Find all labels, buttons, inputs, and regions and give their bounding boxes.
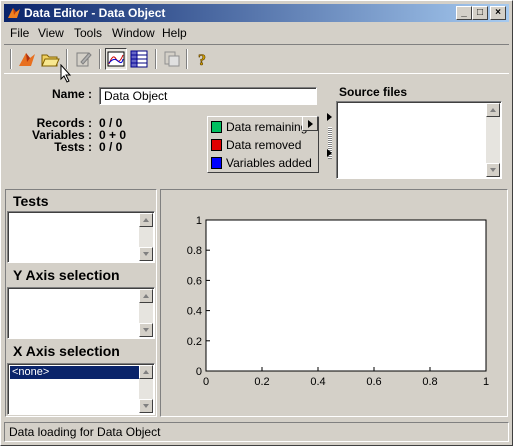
toolbar-separator (99, 49, 101, 69)
data-editor-window: Data Editor - Data Object _ □ × File Vie… (0, 0, 513, 446)
x-tick-label: 0.8 (422, 376, 437, 388)
matlab-logo-icon[interactable] (16, 48, 38, 70)
x-axis-item-none[interactable]: <none> (10, 366, 139, 379)
scroll-down-button[interactable] (139, 399, 153, 413)
x-tick-label: 0.6 (366, 376, 381, 388)
x-axis-panel-title: X Axis selection (13, 343, 120, 359)
up-arrow-icon (143, 294, 149, 298)
tests-panel-title: Tests (13, 193, 49, 209)
source-files-list[interactable] (336, 101, 502, 179)
legend-swatch-red (211, 139, 222, 151)
scroll-up-button[interactable] (139, 365, 153, 379)
svg-text:?: ? (198, 52, 206, 69)
menu-tools[interactable]: Tools (74, 26, 102, 40)
menu-bar: File View Tools Window Help (4, 24, 509, 42)
legend-expand-button[interactable] (302, 116, 318, 131)
menu-window[interactable]: Window (112, 26, 155, 40)
table-view-icon[interactable] (128, 48, 150, 70)
arrow-right-icon (327, 113, 332, 121)
status-bar: Data loading for Data Object (4, 422, 509, 442)
y-tick-label: 0.8 (187, 245, 202, 257)
arrow-right-icon (327, 149, 332, 157)
plot-panel: 0 0.2 0.4 0.6 0.8 1 0 0.2 0.4 0.6 0.8 1 (160, 189, 508, 417)
x-axis-list[interactable]: <none> (7, 363, 155, 415)
y-axis-list[interactable] (7, 287, 155, 339)
matlab-app-icon (8, 8, 20, 18)
down-arrow-icon (143, 252, 149, 256)
window-title: Data Editor - Data Object (24, 6, 166, 20)
legend-item-removed: Data removed (211, 137, 301, 153)
menu-view[interactable]: View (38, 26, 64, 40)
legend-item-remaining: Data remaining (211, 119, 307, 135)
scroll-up-button[interactable] (139, 213, 153, 227)
scroll-down-button[interactable] (139, 247, 153, 261)
y-tick-label: 0.6 (187, 275, 202, 287)
source-files-scrollbar[interactable] (486, 103, 500, 177)
status-text: Data loading for Data Object (9, 425, 161, 439)
legend-item-added: Variables added (211, 155, 312, 171)
scroll-up-button[interactable] (139, 289, 153, 303)
mouse-cursor-icon (60, 64, 72, 83)
x-tick-label: 0 (203, 376, 209, 388)
y-tick-label: 0 (196, 366, 202, 378)
up-arrow-icon (143, 370, 149, 374)
menu-file[interactable]: File (10, 26, 29, 40)
toolbar-separator (155, 49, 157, 69)
legend-swatch-blue (211, 157, 222, 169)
minimize-button[interactable]: _ (456, 6, 472, 20)
vertical-splitter[interactable] (326, 87, 334, 179)
x-axis-scrollbar[interactable] (139, 365, 153, 413)
toolbar-separator (10, 49, 12, 69)
title-bar: Data Editor - Data Object _ □ × (4, 4, 509, 22)
legend: Data remaining Data removed Variables ad… (207, 116, 319, 173)
name-label: Name : (51, 87, 92, 101)
y-axis-scrollbar[interactable] (139, 289, 153, 337)
close-button[interactable]: × (490, 6, 506, 20)
scroll-down-button[interactable] (139, 323, 153, 337)
plot-view-icon[interactable] (105, 48, 127, 70)
plot-axes[interactable]: 0 0.2 0.4 0.6 0.8 1 0 0.2 0.4 0.6 0.8 1 (161, 190, 507, 416)
scroll-up-button[interactable] (486, 103, 500, 117)
tests-list[interactable] (7, 211, 155, 263)
toolbar: ? (4, 44, 509, 83)
legend-swatch-green (211, 121, 222, 133)
x-tick-label: 0.2 (254, 376, 269, 388)
down-arrow-icon (490, 168, 496, 172)
tests-label: Tests : (54, 140, 92, 154)
menu-help[interactable]: Help (162, 26, 187, 40)
source-files-title: Source files (339, 85, 408, 99)
up-arrow-icon (490, 108, 496, 112)
down-arrow-icon (143, 328, 149, 332)
toolbar-separator (186, 49, 188, 69)
down-arrow-icon (143, 404, 149, 408)
plot-area (205, 219, 487, 372)
open-folder-icon[interactable] (39, 48, 61, 70)
y-tick-label: 0.2 (187, 336, 202, 348)
up-arrow-icon (143, 218, 149, 222)
edit-icon[interactable] (72, 48, 94, 70)
y-axis-panel-title: Y Axis selection (13, 267, 120, 283)
copy-icon[interactable] (161, 48, 183, 70)
scroll-down-button[interactable] (486, 163, 500, 177)
x-tick-label: 1 (483, 376, 489, 388)
y-tick-label: 0.4 (187, 306, 202, 318)
name-field-value: Data Object (104, 89, 168, 103)
tests-value: 0 / 0 (99, 140, 123, 154)
tests-scrollbar[interactable] (139, 213, 153, 261)
name-field[interactable]: Data Object (99, 87, 317, 105)
arrow-right-icon (308, 120, 313, 128)
x-tick-label: 0.4 (310, 376, 325, 388)
maximize-button[interactable]: □ (472, 6, 488, 20)
y-tick-label: 1 (196, 215, 202, 227)
help-icon[interactable]: ? (192, 48, 214, 70)
